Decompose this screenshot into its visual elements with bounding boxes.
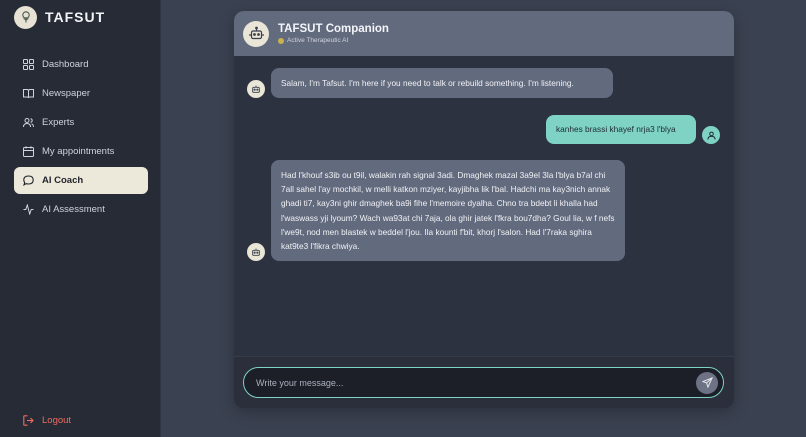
logout-icon xyxy=(23,415,34,426)
message-input[interactable] xyxy=(256,377,696,388)
send-icon xyxy=(701,377,713,388)
bot-avatar xyxy=(247,80,265,99)
user-message: kanhes brassi khayef nrja3 l'blya xyxy=(546,115,696,144)
sidebar-item-ai-coach[interactable]: AI Coach xyxy=(14,167,148,194)
robot-icon xyxy=(252,248,260,257)
sidebar-item-label: AI Assessment xyxy=(42,204,105,215)
chat-status-text: Active Therapeutic AI xyxy=(287,37,349,44)
chat-title: TAFSUT Companion xyxy=(278,23,389,35)
bot-avatar xyxy=(247,243,265,262)
sidebar-nav: Dashboard Newspaper Experts My appointme… xyxy=(14,51,148,225)
logout-button[interactable]: Logout xyxy=(14,407,148,434)
sidebar-item-label: My appointments xyxy=(42,146,115,157)
user-avatar xyxy=(702,126,720,144)
grid-icon xyxy=(23,59,34,70)
user-icon xyxy=(706,131,716,140)
sidebar: TAFSUT Dashboard Newspaper Experts My ap… xyxy=(0,0,161,437)
sidebar-item-label: Experts xyxy=(42,117,75,128)
chat-header: TAFSUT Companion Active Therapeutic AI xyxy=(234,11,734,56)
logout-label: Logout xyxy=(42,415,72,426)
bot-avatar xyxy=(243,20,269,47)
book-icon xyxy=(23,89,34,99)
brand-name: TAFSUT xyxy=(45,9,106,25)
sidebar-item-my-appointments[interactable]: My appointments xyxy=(14,138,148,165)
sidebar-item-label: Dashboard xyxy=(42,59,89,70)
sidebar-item-label: AI Coach xyxy=(42,175,84,186)
chat-status: Active Therapeutic AI xyxy=(278,37,389,44)
activity-icon xyxy=(23,204,34,215)
brand[interactable]: TAFSUT xyxy=(14,5,105,29)
sidebar-item-newspaper[interactable]: Newspaper xyxy=(14,80,148,107)
sidebar-item-label: Newspaper xyxy=(42,88,91,99)
chat-panel: TAFSUT Companion Active Therapeutic AI S… xyxy=(234,11,734,408)
users-icon xyxy=(23,118,34,128)
status-dot xyxy=(278,37,284,44)
chat-bubble-icon xyxy=(23,175,34,186)
message-input-wrapper xyxy=(243,367,724,398)
sidebar-item-experts[interactable]: Experts xyxy=(14,109,148,136)
message-row-bot: Had l'khouf s3ib ou t9il, walakin rah si… xyxy=(247,160,625,262)
send-button[interactable] xyxy=(696,371,718,394)
bot-message: Had l'khouf s3ib ou t9il, walakin rah si… xyxy=(271,160,625,262)
sidebar-item-ai-assessment[interactable]: AI Assessment xyxy=(14,196,148,223)
bot-message: Salam, I'm Tafsut. I'm here if you need … xyxy=(271,68,613,99)
robot-icon xyxy=(248,26,264,40)
message-row-user: kanhes brassi khayef nrja3 l'blya xyxy=(546,115,720,144)
robot-icon xyxy=(252,85,260,94)
chat-composer xyxy=(234,356,734,408)
sidebar-item-dashboard[interactable]: Dashboard xyxy=(14,51,148,78)
tree-icon xyxy=(14,5,37,29)
message-row-bot: Salam, I'm Tafsut. I'm here if you need … xyxy=(247,68,613,99)
calendar-icon xyxy=(23,146,34,157)
